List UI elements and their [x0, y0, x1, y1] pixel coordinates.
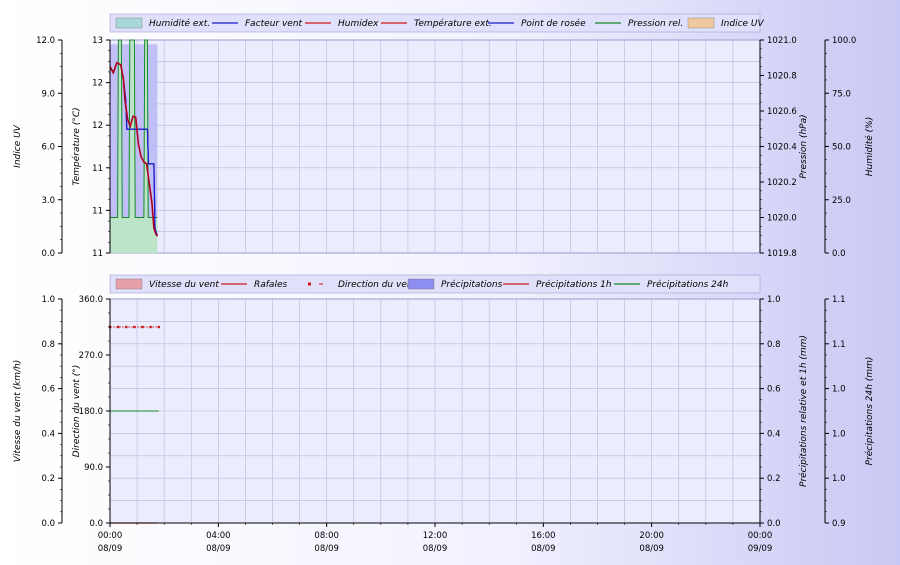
- axis-pressure-tick-label: 1020.2: [767, 178, 797, 188]
- axis-uv-tick-label: 6.0: [41, 143, 55, 153]
- axis-date-label: 08/09: [206, 544, 231, 554]
- axis-temp-tick-label: 13: [92, 36, 103, 46]
- axis-wind-speed-tick-label: 1.0: [41, 295, 55, 305]
- axis-pressure-tick-label: 1021.0: [767, 36, 797, 46]
- axis-humidity-tick-label: 100.0: [832, 36, 856, 46]
- legend-label: Vitesse du vent: [149, 280, 219, 290]
- axis-rain-rel-tick-label: 0.8: [767, 340, 781, 350]
- axis-pressure-tick-label: 1020.0: [767, 214, 797, 224]
- axis-humidity-tick-label: 75.0: [832, 89, 851, 99]
- legend-label: Humidité ext.: [149, 18, 210, 29]
- axis-wind-speed-tick-label: 0.6: [41, 385, 55, 395]
- axis-date-label: 08/09: [423, 544, 448, 554]
- series-wind-direction-point: [141, 325, 144, 329]
- axis-rain-24h-tick-label: 1.1: [832, 340, 846, 350]
- axis-humidity-title: Humidité (%): [864, 117, 875, 176]
- axis-pressure-tick-label: 1020.4: [767, 143, 797, 153]
- charts-svg: Humidité ext. Facteur vent Humidex Températ…: [13, 13, 875, 554]
- legend-swatch: [115, 17, 143, 29]
- series-wind-direction-point: [133, 325, 136, 329]
- axis-date-label: 08/09: [314, 544, 339, 554]
- axis-date-label: 08/09: [531, 544, 556, 554]
- axis-rain-rel-tick-label: 0.2: [767, 474, 781, 484]
- axis-rain-rel-tick-label: 1.0: [767, 295, 781, 305]
- series-wind-direction-point: [157, 325, 160, 329]
- axis-rain-24h-tick-label: 0.9: [832, 519, 846, 529]
- legend-label: Précipitations 1h: [536, 279, 612, 290]
- legend-swatch: [115, 278, 143, 290]
- axis-time-label: 00:00: [748, 531, 773, 541]
- legend-label: Humidex: [338, 19, 379, 29]
- axis-uv-title: Indice UV: [13, 124, 23, 168]
- axis-wind-dir-tick-label: 270.0: [79, 351, 103, 361]
- axis-uv-tick-label: 3.0: [41, 196, 55, 206]
- axis-temp-tick-label: 12: [92, 79, 103, 89]
- legend-label: Facteur vent: [245, 19, 303, 29]
- axis-humidity-tick-label: 50.0: [832, 143, 851, 153]
- axis-date-label: 08/09: [98, 544, 123, 554]
- axis-wind-speed-tick-label: 0.4: [41, 429, 55, 439]
- axis-wind-dir-title: Direction du vent (°): [72, 365, 82, 457]
- axis-wind-speed-tick-label: 0.0: [41, 519, 55, 529]
- axis-pressure-title: Pression (hPa): [799, 114, 809, 178]
- axis-wind-dir-tick-label: 0.0: [89, 519, 103, 529]
- axis-time-label: 00:00: [98, 531, 123, 541]
- axis-rain-rel-tick-label: 0.6: [767, 385, 781, 395]
- legend-label: Précipitations 24h: [647, 279, 729, 290]
- series-wind-direction-point: [116, 325, 120, 329]
- axis-humidity-tick-label: 25.0: [832, 196, 851, 206]
- axis-wind-speed-tick-label: 0.2: [41, 474, 55, 484]
- legend-swatch: [687, 17, 715, 29]
- axis-wind-dir-tick-label: 180.0: [79, 407, 103, 417]
- axis-temp-tick-label: 11: [92, 164, 103, 174]
- axis-temp-tick-label: 11: [92, 206, 103, 216]
- axis-wind-speed-title: Vitesse du vent (km/h): [13, 360, 23, 462]
- axis-rain-24h-title: Précipitations 24h (mm): [864, 357, 875, 466]
- legend-label: Indice UV: [721, 19, 765, 29]
- legend-label: Température ext.: [414, 18, 492, 29]
- axis-time-label: 04:00: [206, 531, 231, 541]
- axis-rain-24h-tick-label: 1.0: [832, 385, 846, 395]
- axis-temp-tick-label: 11: [92, 249, 103, 259]
- legend-swatch: [407, 278, 435, 290]
- axis-rain-24h-tick-label: 1.1: [832, 295, 846, 305]
- axis-rain-24h-tick-label: 1.0: [832, 429, 846, 439]
- legend-label: Rafales: [254, 280, 287, 290]
- axis-time-label: 20:00: [639, 531, 664, 541]
- legend-label: Direction du vent: [338, 280, 417, 290]
- axis-rain-24h-tick-label: 1.0: [832, 474, 846, 484]
- legend-label: Pression rel.: [628, 19, 683, 29]
- axis-time-label: 08:00: [314, 531, 339, 541]
- series-wind-direction-point: [149, 325, 152, 329]
- axis-rain-rel-tick-label: 0.0: [767, 519, 781, 529]
- axis-temp-title: Température (°C): [71, 107, 82, 185]
- axis-time-label: 12:00: [423, 531, 448, 541]
- axis-rain-rel-title: Précipitations relative et 1h (mm): [798, 335, 809, 487]
- axis-wind-dir-tick-label: 360.0: [79, 295, 103, 305]
- axis-pressure-tick-label: 1019.8: [767, 249, 797, 259]
- legend-label: Point de rosée: [521, 18, 586, 29]
- axis-rain-rel-tick-label: 0.4: [767, 429, 781, 439]
- series-wind-direction-point: [125, 325, 128, 329]
- axis-uv-tick-label: 9.0: [41, 89, 55, 99]
- axis-pressure-tick-label: 1020.6: [767, 107, 797, 117]
- axis-temp-tick-label: 12: [92, 121, 103, 131]
- axis-uv-tick-label: 12.0: [36, 36, 55, 46]
- axis-date-label: 09/09: [748, 544, 773, 554]
- axis-date-label: 08/09: [639, 544, 664, 554]
- axis-pressure-tick-label: 1020.8: [767, 72, 797, 82]
- legend-label: Précipitations: [441, 279, 503, 290]
- weather-charts: Humidité ext. Facteur vent Humidex Températ…: [0, 0, 900, 560]
- axis-time-label: 16:00: [531, 531, 556, 541]
- legend-swatch: [308, 282, 311, 286]
- axis-wind-speed-tick-label: 0.8: [41, 340, 55, 350]
- axis-uv-tick-label: 0.0: [41, 249, 55, 259]
- axis-humidity-tick-label: 0.0: [832, 249, 846, 259]
- axis-wind-dir-tick-label: 90.0: [84, 463, 103, 473]
